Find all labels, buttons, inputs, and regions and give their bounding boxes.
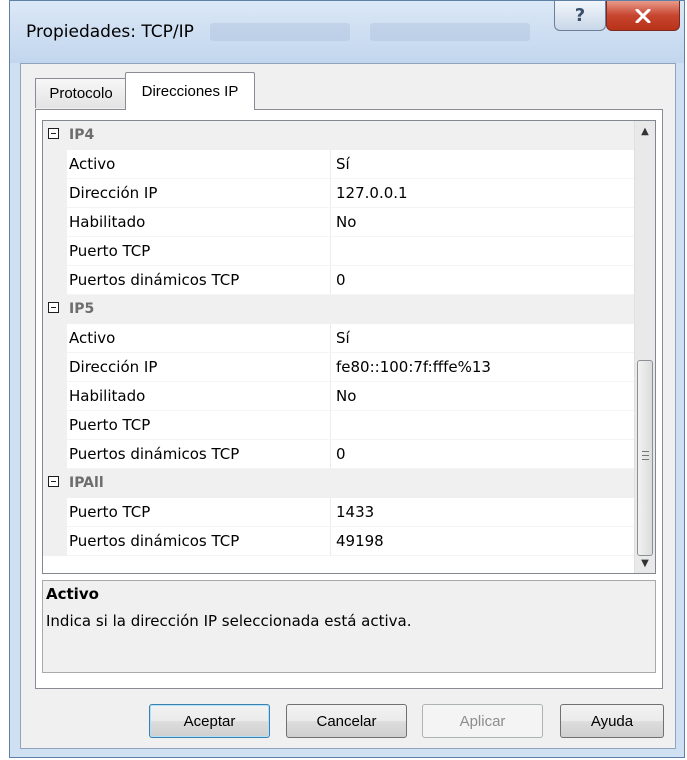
property-row[interactable]: Activo Sí — [43, 324, 634, 353]
vertical-scrollbar[interactable]: ▲ ▼ — [634, 121, 655, 573]
help-dialog-button[interactable]: Ayuda — [560, 704, 664, 738]
column-divider — [330, 527, 331, 556]
category-label: IP4 — [69, 127, 95, 143]
description-pane: Activo Indica si la dirección IP selecci… — [42, 580, 656, 673]
property-value[interactable]: 49198 — [336, 532, 384, 550]
description-text: Indica si la dirección IP seleccionada e… — [46, 612, 412, 630]
column-divider — [330, 208, 331, 237]
property-name: Dirección IP — [69, 184, 158, 202]
dialog-window: Propiedades: TCP/IP ? Protocolo Direccio… — [9, 0, 685, 758]
apply-button-label: Aplicar — [459, 712, 506, 730]
tab-direcciones-ip[interactable]: Direcciones IP — [125, 72, 255, 110]
property-name: Puerto TCP — [69, 416, 151, 434]
property-value[interactable]: 0 — [336, 271, 346, 289]
collapse-minus-icon[interactable] — [48, 128, 59, 139]
question-icon: ? — [574, 5, 586, 26]
property-name: Puertos dinámicos TCP — [69, 445, 240, 463]
property-value[interactable]: No — [336, 213, 356, 231]
column-divider — [330, 150, 331, 179]
property-row[interactable]: Activo Sí — [43, 150, 634, 179]
category-row[interactable]: IP5 — [43, 295, 634, 324]
column-divider — [330, 382, 331, 411]
collapse-minus-icon[interactable] — [48, 476, 59, 487]
property-name: Habilitado — [69, 387, 146, 405]
property-name: Habilitado — [69, 213, 146, 231]
property-row[interactable]: Puerto TCP — [43, 237, 634, 266]
tab-label: Direcciones IP — [141, 83, 239, 100]
property-name: Dirección IP — [69, 358, 158, 376]
background-blur — [370, 23, 530, 41]
property-row[interactable]: Puerto TCP — [43, 411, 634, 440]
property-row[interactable]: Puertos dinámicos TCP 0 — [43, 266, 634, 295]
background-blur — [210, 23, 350, 41]
dialog-client: Protocolo Direcciones IP IP4 Activo Sí Dire… — [20, 63, 676, 749]
property-name: Activo — [69, 329, 116, 347]
property-grid: IP4 Activo Sí Dirección IP 127.0.0.1 Habilita… — [42, 120, 656, 574]
scroll-up-arrow-icon[interactable]: ▲ — [635, 121, 655, 141]
property-name: Puerto TCP — [69, 503, 151, 521]
property-value[interactable]: No — [336, 387, 356, 405]
column-divider — [330, 237, 331, 266]
category-label: IPAll — [69, 475, 104, 491]
category-row[interactable]: IPAll — [43, 469, 634, 498]
column-divider — [330, 266, 331, 295]
property-row[interactable]: Puertos dinámicos TCP 0 — [43, 440, 634, 469]
property-value[interactable]: Sí — [336, 329, 350, 347]
property-row[interactable]: Habilitado No — [43, 382, 634, 411]
cancel-button[interactable]: Cancelar — [286, 704, 407, 738]
category-label: IP5 — [69, 301, 95, 317]
scroll-down-arrow-icon[interactable]: ▼ — [635, 553, 655, 573]
property-name: Puerto TCP — [69, 242, 151, 260]
property-value[interactable]: fe80::100:7f:fffe%13 — [336, 358, 491, 376]
close-icon — [635, 8, 651, 23]
tab-protocolo[interactable]: Protocolo — [35, 78, 127, 108]
property-row[interactable]: Habilitado No — [43, 208, 634, 237]
window-title: Propiedades: TCP/IP — [26, 22, 194, 42]
help-button[interactable]: ? — [554, 1, 606, 31]
property-value[interactable]: 127.0.0.1 — [336, 184, 408, 202]
property-row[interactable]: Dirección IP fe80::100:7f:fffe%13 — [43, 353, 634, 382]
scroll-thumb[interactable] — [637, 360, 653, 556]
apply-button[interactable]: Aplicar — [422, 704, 543, 738]
ok-button[interactable]: Aceptar — [149, 704, 270, 738]
property-row[interactable]: Puerto TCP 1433 — [43, 498, 634, 527]
tab-label: Protocolo — [49, 85, 113, 102]
category-row[interactable]: IP4 — [43, 121, 634, 150]
column-divider — [330, 324, 331, 353]
property-value[interactable]: 1433 — [336, 503, 374, 521]
close-button[interactable] — [606, 1, 680, 31]
property-name: Puertos dinámicos TCP — [69, 271, 240, 289]
property-grid-rows: IP4 Activo Sí Dirección IP 127.0.0.1 Habilita… — [43, 121, 634, 556]
property-name: Activo — [69, 155, 116, 173]
column-divider — [330, 498, 331, 527]
property-value[interactable]: Sí — [336, 155, 350, 173]
property-row[interactable]: Puertos dinámicos TCP 49198 — [43, 527, 634, 556]
grip-icon — [642, 451, 649, 460]
property-name: Puertos dinámicos TCP — [69, 532, 240, 550]
column-divider — [330, 440, 331, 469]
property-value[interactable]: 0 — [336, 445, 346, 463]
column-divider — [330, 179, 331, 208]
title-bar[interactable]: Propiedades: TCP/IP ? — [10, 1, 684, 63]
tab-panel: IP4 Activo Sí Dirección IP 127.0.0.1 Habilita… — [35, 109, 663, 689]
ok-button-label: Aceptar — [183, 712, 236, 730]
column-divider — [330, 353, 331, 382]
collapse-minus-icon[interactable] — [48, 302, 59, 313]
property-row[interactable]: Dirección IP 127.0.0.1 — [43, 179, 634, 208]
column-divider — [330, 411, 331, 440]
help-button-label: Ayuda — [590, 712, 634, 730]
description-title: Activo — [46, 585, 99, 603]
cancel-button-label: Cancelar — [316, 712, 377, 730]
